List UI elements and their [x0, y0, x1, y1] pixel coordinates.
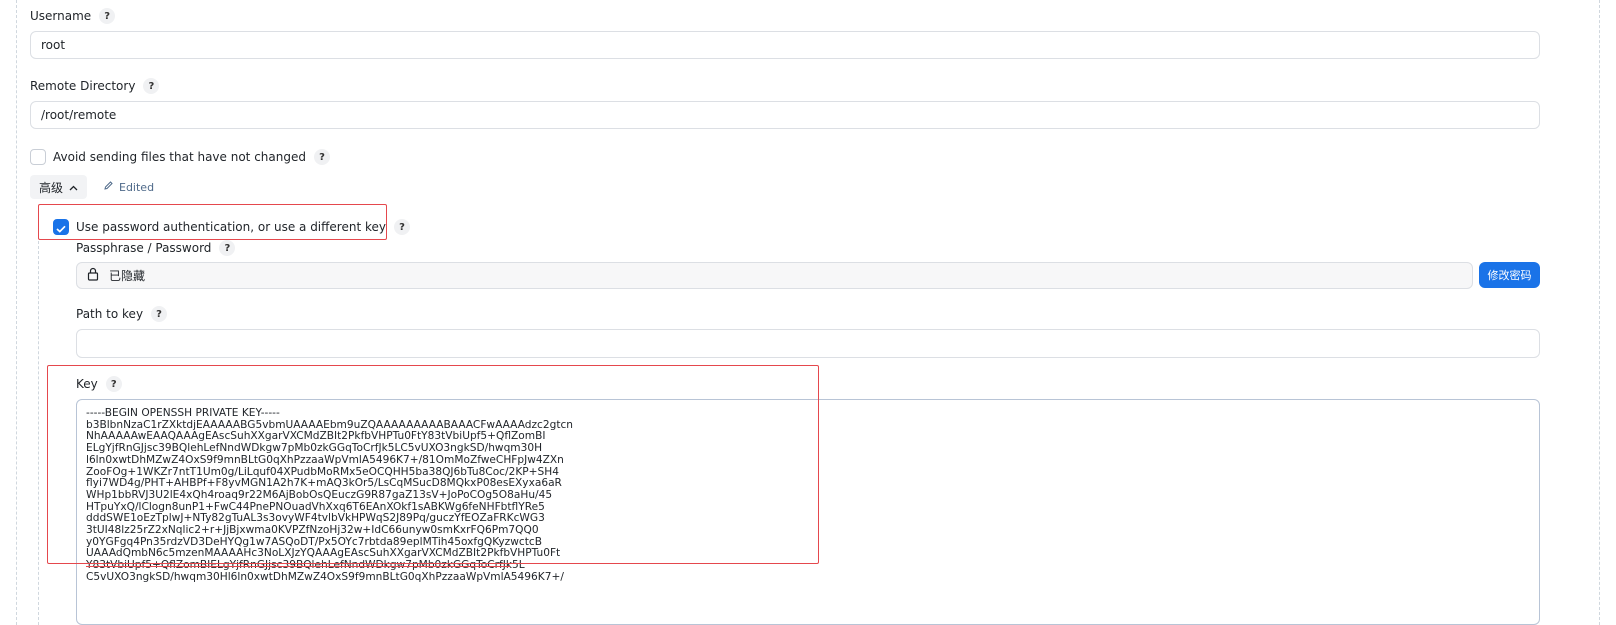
avoid-sending-help-icon[interactable]: ?	[313, 149, 330, 165]
avoid-sending-label: Avoid sending files that have not change…	[53, 149, 330, 165]
advanced-toggle-button[interactable]: 高级	[30, 175, 88, 199]
key-textarea[interactable]: -----BEGIN OPENSSH PRIVATE KEY----- b3Blb…	[76, 399, 1540, 625]
avoid-sending-checkbox[interactable]	[30, 149, 46, 165]
edited-indicator: Edited	[103, 180, 154, 194]
pencil-icon	[103, 180, 114, 194]
highlight-underline	[86, 566, 510, 567]
key-line: l6ln0xwtDhMZwZ4OxS9f9mnBLtG0qXhPzzaaWpVm…	[86, 453, 564, 466]
key-line: -----BEGIN OPENSSH PRIVATE KEY-----	[86, 407, 280, 419]
username-help-icon[interactable]: ?	[99, 8, 116, 24]
username-value: root	[41, 38, 66, 52]
use-password-label: Use password authentication, or use a di…	[76, 219, 410, 235]
remote-directory-label: Remote Directory ?	[30, 78, 160, 94]
advanced-section-border	[38, 236, 39, 625]
passphrase-help-icon[interactable]: ?	[219, 240, 236, 256]
use-password-checkbox[interactable]	[53, 219, 69, 235]
key-line: C5vUXO3ngkSD/hwqm30Hl6ln0xwtDhMZwZ4OxS9f…	[86, 570, 564, 583]
path-to-key-label: Path to key ?	[76, 306, 168, 322]
key-content: -----BEGIN OPENSSH PRIVATE KEY----- b3Blb…	[86, 407, 1530, 584]
key-help-icon[interactable]: ?	[105, 376, 122, 392]
path-to-key-help-icon[interactable]: ?	[151, 306, 168, 322]
remote-directory-value: /root/remote	[41, 108, 117, 122]
passphrase-field[interactable]: 已隐藏	[76, 262, 1473, 289]
chevron-up-icon	[69, 180, 78, 194]
key-label: Key ?	[76, 376, 122, 392]
remote-directory-help-icon[interactable]: ?	[143, 78, 160, 94]
check-icon	[56, 218, 66, 237]
change-password-button[interactable]: 修改密码	[1479, 262, 1540, 288]
key-line: 3tUI48lz25rZ2xNqlic2+r+JjBjxwma0KVPZfNzo…	[86, 524, 539, 537]
remote-directory-input[interactable]: /root/remote	[30, 101, 1540, 129]
path-to-key-input[interactable]	[76, 329, 1540, 358]
key-line: WHp1bbRVJ3U2lE4xQh4roaq9r22M6AjBobOsQEuc…	[86, 488, 553, 501]
username-label: Username ?	[30, 8, 116, 24]
ssh-server-config-form: Username ? root Remote Directory ? /root…	[0, 0, 1616, 625]
passphrase-label: Passphrase / Password ?	[76, 240, 236, 256]
lock-icon	[87, 267, 99, 284]
section-border-right	[1599, 0, 1600, 625]
use-password-help-icon[interactable]: ?	[393, 219, 410, 235]
username-input[interactable]: root	[30, 31, 1540, 59]
section-border-left	[16, 0, 17, 625]
passphrase-hidden-value: 已隐藏	[109, 269, 146, 283]
